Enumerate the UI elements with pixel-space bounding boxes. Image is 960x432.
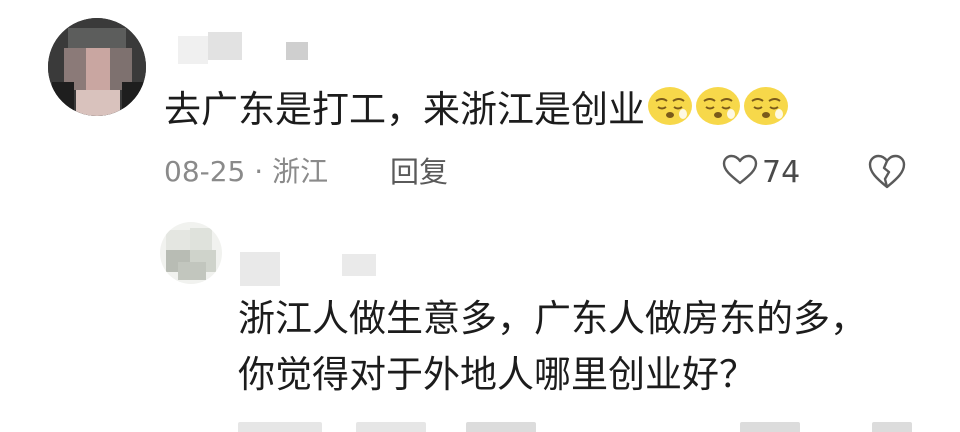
meta-separator: · — [254, 155, 264, 188]
reply-button[interactable]: 回复 — [390, 154, 448, 190]
like-count: 74 — [762, 154, 801, 190]
sleepy-face-icon — [695, 84, 741, 139]
dislike-button[interactable] — [866, 152, 908, 192]
reply-text-line: 浙江人做生意多，广东人做房东的多， — [238, 297, 867, 340]
comment-date: 08-25 — [164, 155, 246, 188]
reply-text-line: 你觉得对于外地人哪里创业好？ — [238, 353, 756, 396]
comment-body: 去广东是打工，来浙江是创业 — [164, 88, 645, 131]
comment-text: 去广东是打工，来浙江是创业 — [164, 84, 789, 139]
comment-thread: 去广东是打工，来浙江是创业 08-25 · 浙江 回复 74 浙江人做生意多，广… — [0, 0, 960, 432]
avatar[interactable] — [48, 18, 146, 116]
comment-location: 浙江 — [272, 155, 329, 188]
avatar[interactable] — [160, 222, 222, 284]
comment-meta: 08-25 · 浙江 — [164, 154, 328, 190]
reply-meta-cut — [0, 418, 960, 432]
username-blurred — [178, 28, 318, 68]
username-blurred — [232, 244, 392, 288]
sleepy-face-icon — [743, 84, 789, 139]
sleepy-face-icon — [647, 84, 693, 139]
broken-heart-icon — [866, 154, 908, 196]
heart-icon — [722, 154, 758, 190]
like-button[interactable]: 74 — [722, 152, 800, 192]
